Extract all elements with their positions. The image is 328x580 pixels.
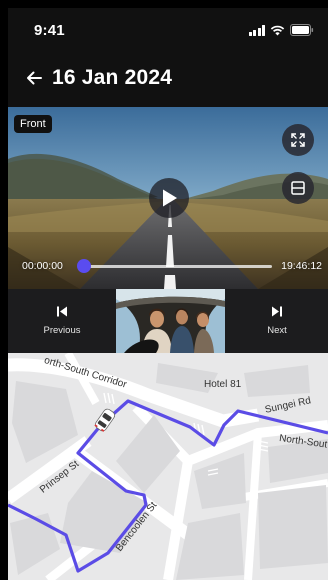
previous-button[interactable]: Previous [17, 289, 107, 353]
split-view-icon [291, 181, 305, 195]
video-player[interactable]: Front 00:00:00 19:46:12 [8, 107, 328, 289]
header: 16 Jan 2024 [8, 52, 328, 107]
progress-thumb[interactable] [77, 259, 91, 273]
next-button[interactable]: Next [232, 289, 322, 353]
status-bar: 9:41 [8, 8, 328, 52]
cabin-camera-image [116, 289, 225, 353]
expand-icon [291, 133, 305, 147]
map-graphic [8, 353, 328, 580]
signal-icon [248, 24, 265, 36]
map-label-hotel: Hotel 81 [204, 379, 242, 390]
status-time: 9:41 [34, 22, 65, 39]
next-icon [272, 306, 282, 317]
progress-track[interactable] [84, 265, 272, 268]
battery-icon [290, 24, 314, 36]
status-icons [248, 24, 315, 36]
cabin-camera-thumbnail[interactable] [116, 289, 225, 353]
previous-icon [57, 306, 67, 317]
back-arrow-icon[interactable] [24, 68, 44, 88]
previous-label: Previous [43, 325, 81, 336]
next-label: Next [267, 325, 287, 336]
wifi-icon [270, 25, 285, 35]
split-view-button[interactable] [282, 172, 314, 204]
page-title: 16 Jan 2024 [52, 66, 173, 89]
fullscreen-button[interactable] [282, 124, 314, 156]
elapsed-time: 00:00:00 [22, 260, 63, 272]
camera-badge: Front [14, 115, 52, 133]
total-time: 19:46:12 [281, 260, 322, 272]
route-map[interactable]: orth-South Corridor Hotel 81 Sungei Rd N… [8, 353, 328, 580]
play-button[interactable] [149, 178, 189, 218]
playback-controls: Previous Next [8, 289, 328, 353]
app-screen: 9:41 16 Jan 2024 Front 00:00:00 19:46:12… [8, 8, 328, 580]
play-icon [163, 189, 177, 207]
